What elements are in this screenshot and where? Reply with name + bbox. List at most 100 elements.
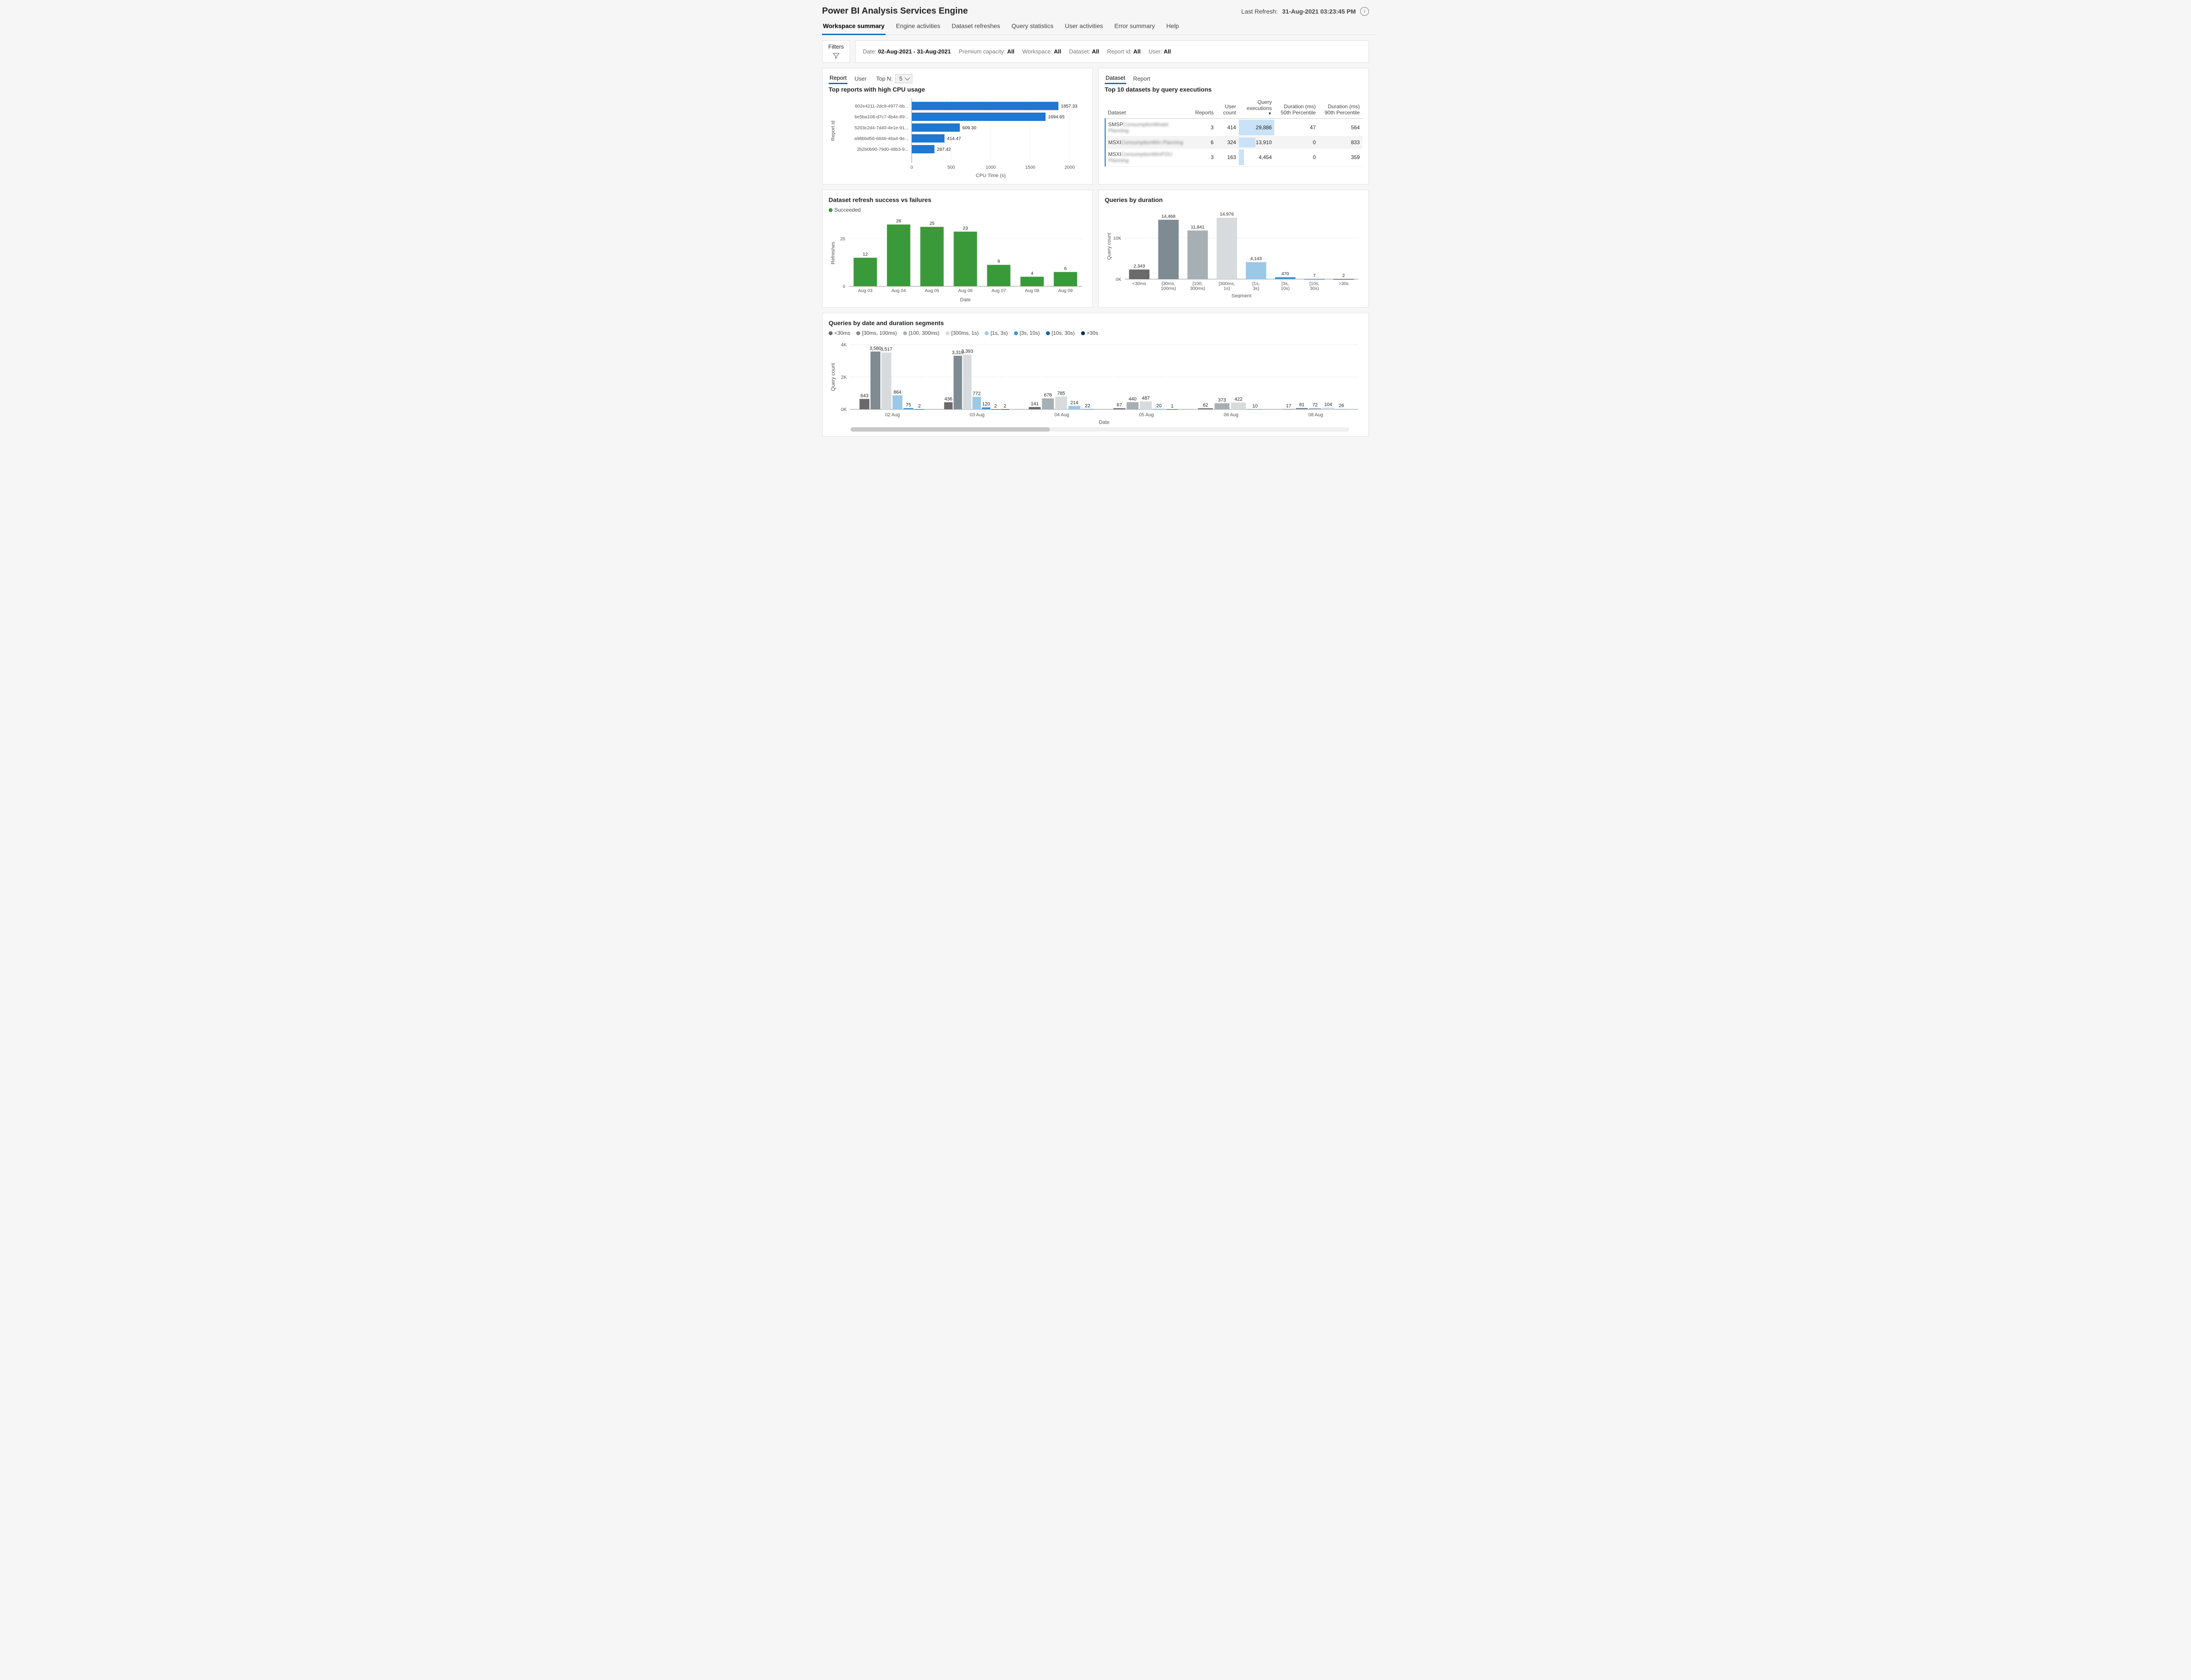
svg-text:3,393: 3,393	[961, 349, 973, 354]
filter-item: Date: 02-Aug-2021 - 31-Aug-2021	[863, 48, 951, 55]
legend-dot-succeeded	[829, 208, 833, 212]
svg-text:Aug 04: Aug 04	[891, 288, 906, 293]
svg-text:[10s,: [10s,	[1309, 281, 1319, 286]
chart-queries-by-date[interactable]: 0K2K4K6433,5803,51786475202 Aug4363,3193…	[829, 339, 1362, 425]
table-row[interactable]: MSXIConsumptionWin Planning632413,910083…	[1105, 137, 1362, 149]
svg-text:62: 62	[1203, 403, 1208, 408]
table-row[interactable]: SMSPConsumptionModel Planning341429,8864…	[1105, 119, 1362, 137]
filter-item: Premium capacity: All	[959, 48, 1014, 55]
panel-top-reports: Report User Top N: 5 Top reports with hi…	[822, 68, 1093, 184]
last-refresh-label: Last Refresh:	[1241, 8, 1278, 15]
svg-text:10K: 10K	[1113, 236, 1121, 241]
subtab-report[interactable]: Report	[829, 73, 847, 84]
subtab-user[interactable]: User	[854, 74, 867, 84]
svg-text:422: 422	[1234, 397, 1242, 402]
svg-text:Aug 09: Aug 09	[1058, 288, 1073, 293]
legend-item: [300ms, 1s)	[946, 330, 979, 336]
svg-text:20: 20	[840, 237, 845, 241]
svg-text:06 Aug: 06 Aug	[1224, 412, 1239, 418]
svg-text:7: 7	[1313, 273, 1316, 278]
legend-item: >30s	[1081, 330, 1098, 336]
svg-text:>30s: >30s	[1339, 281, 1349, 286]
queries-by-date-legend: <30ms[30ms, 100ms)[100, 300ms)[300ms, 1s…	[829, 330, 1362, 336]
svg-text:Aug 08: Aug 08	[1025, 288, 1039, 293]
tab-error-summary[interactable]: Error summary	[1113, 19, 1156, 35]
svg-text:26: 26	[1339, 403, 1344, 408]
svg-text:287.42: 287.42	[937, 147, 951, 152]
info-icon[interactable]: i	[1360, 7, 1369, 16]
svg-text:487: 487	[1142, 396, 1150, 401]
svg-text:23: 23	[963, 226, 968, 231]
table-header[interactable]: User count	[1216, 96, 1239, 119]
subtab-dataset[interactable]: Dataset	[1105, 73, 1126, 84]
svg-text:67: 67	[1117, 403, 1122, 408]
svg-text:2K: 2K	[841, 375, 847, 380]
tab-engine-activities[interactable]: Engine activities	[895, 19, 941, 35]
filter-item: Report id: All	[1107, 48, 1141, 55]
tab-help[interactable]: Help	[1166, 19, 1180, 35]
table-header[interactable]: Duration (ms) 50th Percentile	[1274, 96, 1318, 119]
svg-text:6: 6	[1064, 266, 1067, 271]
svg-text:3,517: 3,517	[880, 347, 892, 352]
svg-text:0K: 0K	[1116, 277, 1121, 282]
subtab-report2[interactable]: Report	[1132, 74, 1151, 84]
svg-text:Query count: Query count	[1106, 232, 1112, 260]
svg-text:14,976: 14,976	[1220, 212, 1234, 217]
table-top-datasets[interactable]: DatasetReportsUser countQuery executions…	[1105, 96, 1362, 167]
svg-text:3s): 3s)	[1253, 286, 1259, 291]
table-header[interactable]: Reports	[1193, 96, 1216, 119]
svg-text:300ms): 300ms)	[1190, 286, 1205, 291]
svg-text:17: 17	[1286, 403, 1291, 408]
svg-text:643: 643	[861, 393, 869, 398]
table-row[interactable]: MSXIConsumptionWinFOU Planning31634,4540…	[1105, 149, 1362, 167]
legend-item: <30ms	[829, 330, 850, 336]
tab-dataset-refreshes[interactable]: Dataset refreshes	[951, 19, 1001, 35]
svg-text:1857.33: 1857.33	[1061, 104, 1078, 109]
svg-text:a98bbd56-6846-46a4-9e...: a98bbd56-6846-46a4-9e...	[854, 137, 908, 142]
tab-user-activities[interactable]: User activities	[1064, 19, 1104, 35]
table-header[interactable]: Dataset	[1105, 96, 1193, 119]
svg-text:[300ms,: [300ms,	[1219, 281, 1235, 286]
svg-text:[100,: [100,	[1192, 281, 1202, 286]
svg-text:1000: 1000	[986, 165, 996, 170]
horizontal-scrollbar[interactable]	[851, 427, 1349, 432]
svg-text:30s): 30s)	[1310, 286, 1319, 291]
svg-text:2: 2	[1342, 273, 1345, 278]
svg-text:22: 22	[1085, 403, 1090, 408]
table-header[interactable]: Duration (ms) 90th Percentile	[1319, 96, 1362, 119]
chart-top-reports[interactable]: 0500100015002000602e4211-2dc9-4977-bb...…	[829, 96, 1086, 180]
svg-text:436: 436	[944, 397, 952, 402]
legend-item: [100, 300ms)	[903, 330, 940, 336]
svg-text:81: 81	[1299, 402, 1305, 408]
svg-text:Date: Date	[960, 297, 971, 302]
chart-queries-duration[interactable]: 0K10K2,343<30ms14,468[30ms,100ms)11,841[…	[1105, 207, 1362, 298]
svg-text:1: 1	[1171, 404, 1173, 409]
filters-button[interactable]: Filters	[822, 40, 850, 63]
svg-text:2: 2	[1003, 404, 1006, 409]
topn-select[interactable]: 5	[895, 74, 912, 83]
page-title: Power BI Analysis Services Engine	[822, 6, 968, 16]
svg-text:20: 20	[1156, 403, 1162, 408]
svg-text:141: 141	[1031, 401, 1039, 407]
svg-text:Aug 05: Aug 05	[925, 288, 939, 293]
refresh-title: Dataset refresh success vs failures	[829, 196, 1086, 203]
tab-workspace-summary[interactable]: Workspace summary	[822, 19, 886, 35]
legend-label-succeeded: Succeeded	[834, 207, 861, 213]
svg-text:678: 678	[1044, 393, 1052, 398]
last-refresh-value: 31-Aug-2021 03:23:45 PM	[1282, 8, 1356, 15]
legend-item: [1s, 3s)	[985, 330, 1007, 336]
svg-text:373: 373	[1218, 397, 1226, 403]
legend-item: [3s, 10s)	[1014, 330, 1040, 336]
svg-text:<30ms: <30ms	[1132, 281, 1146, 286]
svg-text:9: 9	[997, 259, 1000, 264]
svg-text:100ms): 100ms)	[1161, 286, 1176, 291]
svg-text:785: 785	[1057, 391, 1065, 396]
svg-text:Query count: Query count	[830, 362, 836, 391]
tab-query-statistics[interactable]: Query statistics	[1010, 19, 1054, 35]
table-header[interactable]: Query executions▼	[1239, 96, 1275, 119]
svg-text:0K: 0K	[841, 407, 847, 412]
top-datasets-title: Top 10 datasets by query executions	[1105, 86, 1362, 93]
filter-item: Workspace: All	[1022, 48, 1061, 55]
svg-text:2: 2	[918, 404, 921, 409]
chart-refresh[interactable]: 02012Aug 0326Aug 0425Aug 0523Aug 069Aug …	[829, 216, 1086, 303]
